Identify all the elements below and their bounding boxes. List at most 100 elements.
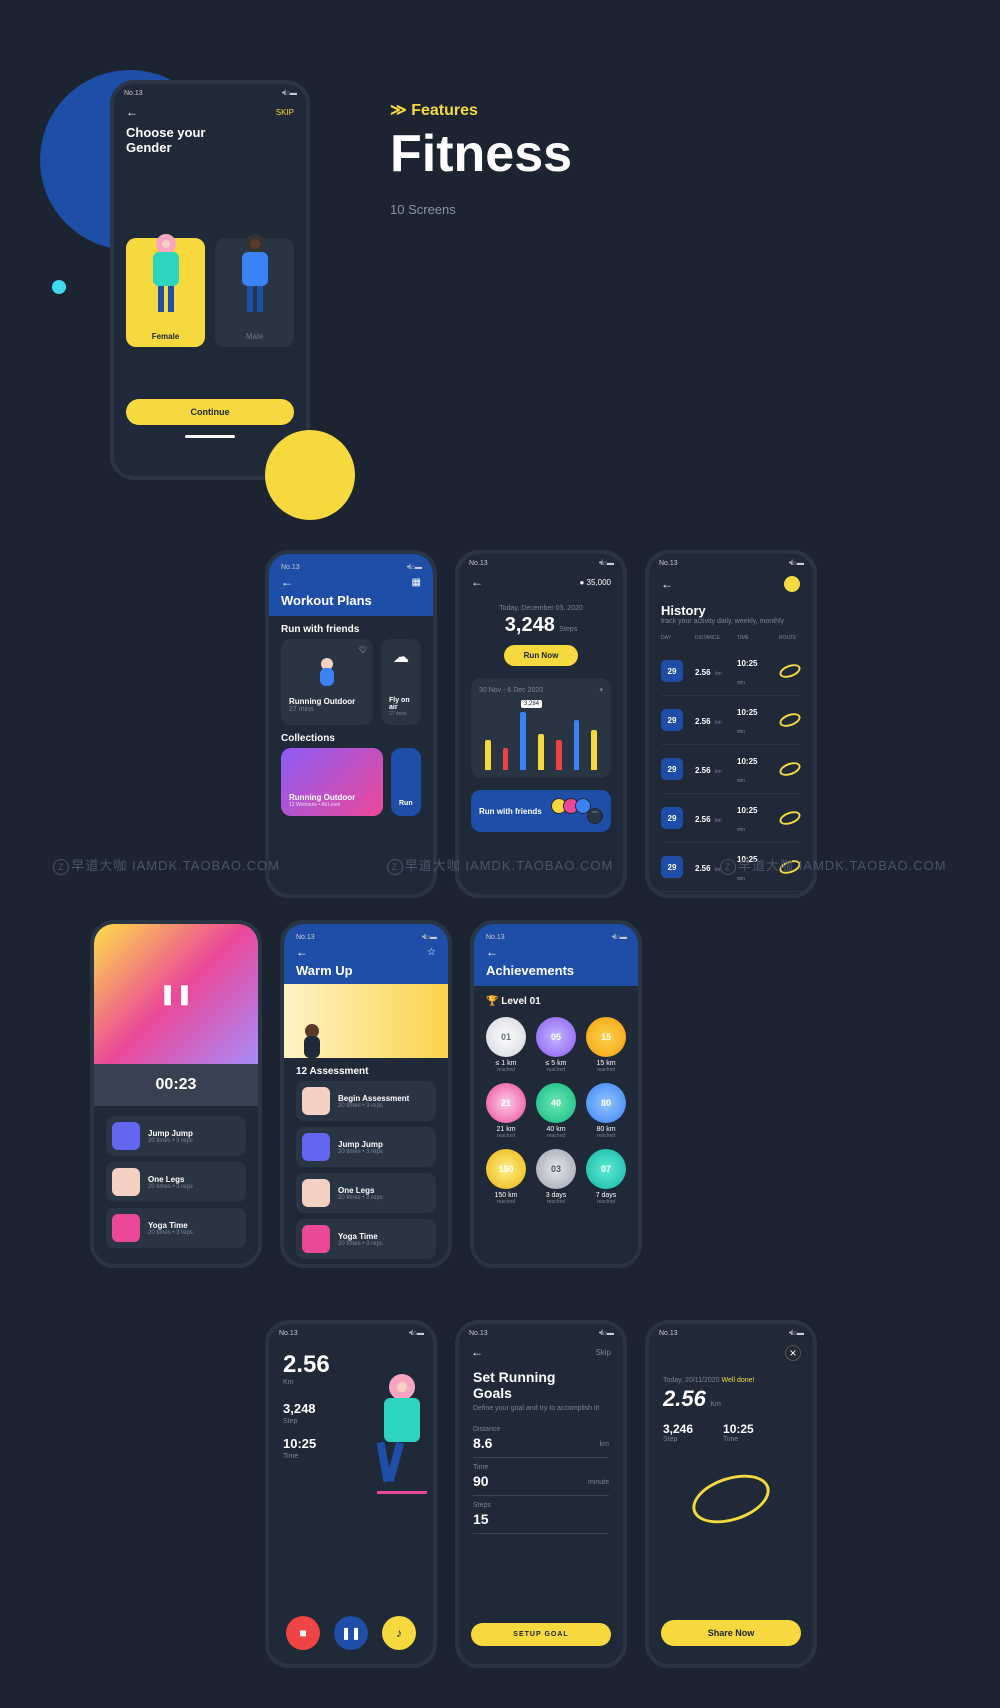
warmup-hero-image [284, 984, 448, 1058]
star-icon[interactable]: ☆ [427, 947, 436, 958]
pause-icon[interactable]: ❚❚ [159, 982, 193, 1007]
hero-subtitle: 10 Screens [390, 202, 572, 217]
video-player[interactable]: ❚❚ [94, 924, 258, 1064]
achievement-badge[interactable]: 01≤ 1 kmreached [486, 1017, 526, 1073]
avatar[interactable] [783, 575, 801, 593]
achievement-badge[interactable]: 2121 kmreached [486, 1083, 526, 1139]
back-icon[interactable]: ← [661, 577, 673, 591]
achievement-badge[interactable]: 05≤ 5 kmreached [536, 1017, 576, 1073]
history-row[interactable]: 292.56 km10:25 min [661, 647, 801, 696]
timer-display: 00:23 [94, 1064, 258, 1106]
gender-title: Choose your Gender [114, 121, 306, 159]
steps-input[interactable]: Steps15 [473, 1496, 609, 1534]
run-now-button[interactable]: Run Now [504, 645, 579, 666]
screen-steps: No.13•ıl ⌂ ▬ ←● 35,000 Today, December 0… [455, 550, 627, 898]
status-carrier: No.13 [124, 90, 143, 97]
back-icon[interactable]: ← [471, 1345, 483, 1359]
screen-achievements: No.13•ıl ⌂ ▬ ← Achievements 🏆 Level 01 0… [470, 920, 642, 1268]
exercise-item[interactable]: Jump Jump20 times • 3 reps [106, 1116, 246, 1156]
steps-date: Today, December 03, 2020 [459, 605, 623, 612]
exercise-item[interactable]: Yoga Time20 times • 3 reps [106, 1208, 246, 1248]
home-indicator [185, 435, 235, 438]
achievement-badge[interactable]: 077 daysreached [586, 1149, 626, 1205]
screen-warmup: No.13•ıl ⌂ ▬ ←☆ Warm Up 12 Assessment Be… [280, 920, 452, 1268]
exercise-item[interactable]: Yoga Time20 times • 3 reps [296, 1219, 436, 1259]
achievement-badge[interactable]: 033 daysreached [536, 1149, 576, 1205]
status-icons: •ıl ⌂ ▬ [282, 90, 296, 97]
screen-set-goals: No.13•ıl ⌂ ▬ ←Skip Set Running Goals Def… [455, 1320, 627, 1668]
workout-card-fly[interactable]: ☁ Fly on air 27 mins [381, 639, 421, 725]
close-icon[interactable]: × [785, 1345, 801, 1361]
screen-workout-plans: No.13•ıl ⌂ ▬ ←▦ Workout Plans Run with f… [265, 550, 437, 898]
setup-goal-button[interactable]: SETUP GOAL [471, 1623, 611, 1646]
exercise-item[interactable]: Begin Assessment20 times • 3 reps [296, 1081, 436, 1121]
workout-plans-title: Workout Plans [281, 593, 421, 608]
back-icon[interactable]: ← [126, 105, 138, 119]
exercise-item[interactable]: One Legs20 times • 3 reps [106, 1162, 246, 1202]
hero-block: Features Fitness 10 Screens [390, 100, 572, 217]
screen-gender: No.13 •ıl ⌂ ▬ ← SKIP Choose your Gender Fe… [110, 80, 310, 480]
back-icon[interactable]: ← [471, 575, 483, 589]
steps-chart-card: 30 Nov - 6 Dec 2020▾ 3,284 [471, 678, 611, 778]
gender-female-card[interactable]: Female [126, 238, 205, 347]
collection-card-partial[interactable]: Run [391, 748, 421, 816]
back-icon[interactable]: ← [281, 575, 293, 589]
time-input[interactable]: Time90minute [473, 1458, 609, 1496]
achievement-badge[interactable]: 150150 kmreached [486, 1149, 526, 1205]
assessment-section: 12 Assessment [284, 1058, 448, 1081]
coins-badge: ● 35,000 [579, 578, 611, 587]
watermark: Z早道大咖 IAMDK.TAOBAO.COM Z早道大咖 IAMDK.TAOBA… [0, 855, 1000, 875]
skip-button[interactable]: Skip [595, 1348, 611, 1357]
exercise-item[interactable]: One Legs20 times • 3 reps [296, 1173, 436, 1213]
achievements-title: Achievements [486, 963, 626, 978]
female-label: Female [132, 332, 199, 341]
level-label: Level 01 [501, 996, 540, 1007]
achievement-badge[interactable]: 4040 kmreached [536, 1083, 576, 1139]
run-friends-section: Run with friends [269, 616, 433, 639]
skip-button[interactable]: SKIP [276, 108, 294, 117]
screen-result: No.13•ıl ⌂ ▬ × Today, 20/11/2020 Well do… [645, 1320, 817, 1668]
achievement-badge[interactable]: 1515 kmreached [586, 1017, 626, 1073]
chart-tooltip: 3,284 [521, 700, 542, 708]
steps-count: 3,248 [505, 614, 555, 636]
goals-title: Set Running Goals [473, 1369, 609, 1401]
exercise-item[interactable]: Jump Jump20 times • 3 reps [296, 1127, 436, 1167]
history-row[interactable]: 292.56 km10:25 min [661, 892, 801, 898]
screen-running: No.13•ıl ⌂ ▬ 2.56 Km 3,248 Step 10:25 Ti… [265, 1320, 437, 1668]
stop-button[interactable]: ■ [286, 1616, 320, 1650]
screen-exercise-video: ❚❚ 00:23 Jump Jump20 times • 3 reps One … [90, 920, 262, 1268]
result-km: 2.56 [663, 1386, 706, 1411]
music-button[interactable]: ♪ [382, 1616, 416, 1650]
distance-input[interactable]: Distance8.6km [473, 1420, 609, 1458]
workout-card-running[interactable]: ♡ Running Outdoor 27 mins [281, 639, 373, 725]
male-label: Male [221, 332, 288, 341]
gender-male-card[interactable]: Male [215, 238, 294, 347]
km-value: 2.56 [283, 1351, 330, 1378]
hero-title: Fitness [390, 124, 572, 184]
calendar-icon[interactable]: ▦ [412, 577, 421, 588]
history-row[interactable]: 292.56 km10:25 min [661, 794, 801, 843]
bg-circle-teal [52, 280, 66, 294]
continue-button[interactable]: Continue [126, 399, 294, 425]
warmup-title: Warm Up [296, 963, 436, 978]
history-title: History [661, 603, 801, 618]
heart-icon[interactable]: ♡ [359, 645, 367, 656]
history-sub: track your activity daily, weekly, month… [661, 618, 801, 625]
achievement-badge[interactable]: 8080 kmreached [586, 1083, 626, 1139]
running-character [377, 1374, 427, 1494]
route-map [686, 1466, 776, 1533]
back-icon[interactable]: ← [296, 945, 308, 959]
run-friends-card[interactable]: Run with friends ⋯ [471, 790, 611, 832]
trophy-icon: 🏆 [486, 996, 498, 1007]
screen-history: No.13•ıl ⌂ ▬ ← History track your activi… [645, 550, 817, 898]
collection-card-running[interactable]: Running Outdoor 12 Workouts • All Level [281, 748, 383, 816]
back-icon[interactable]: ← [486, 945, 498, 959]
history-row[interactable]: 292.56 km10:25 min [661, 745, 801, 794]
pause-button[interactable]: ❚❚ [334, 1616, 368, 1650]
share-button[interactable]: Share Now [661, 1620, 801, 1646]
history-row[interactable]: 292.56 km10:25 min [661, 696, 801, 745]
bg-circle-yellow [265, 430, 355, 520]
chart-dropdown[interactable]: ▾ [599, 686, 603, 694]
collections-section: Collections [269, 725, 433, 748]
hero-features-label: Features [390, 100, 572, 120]
